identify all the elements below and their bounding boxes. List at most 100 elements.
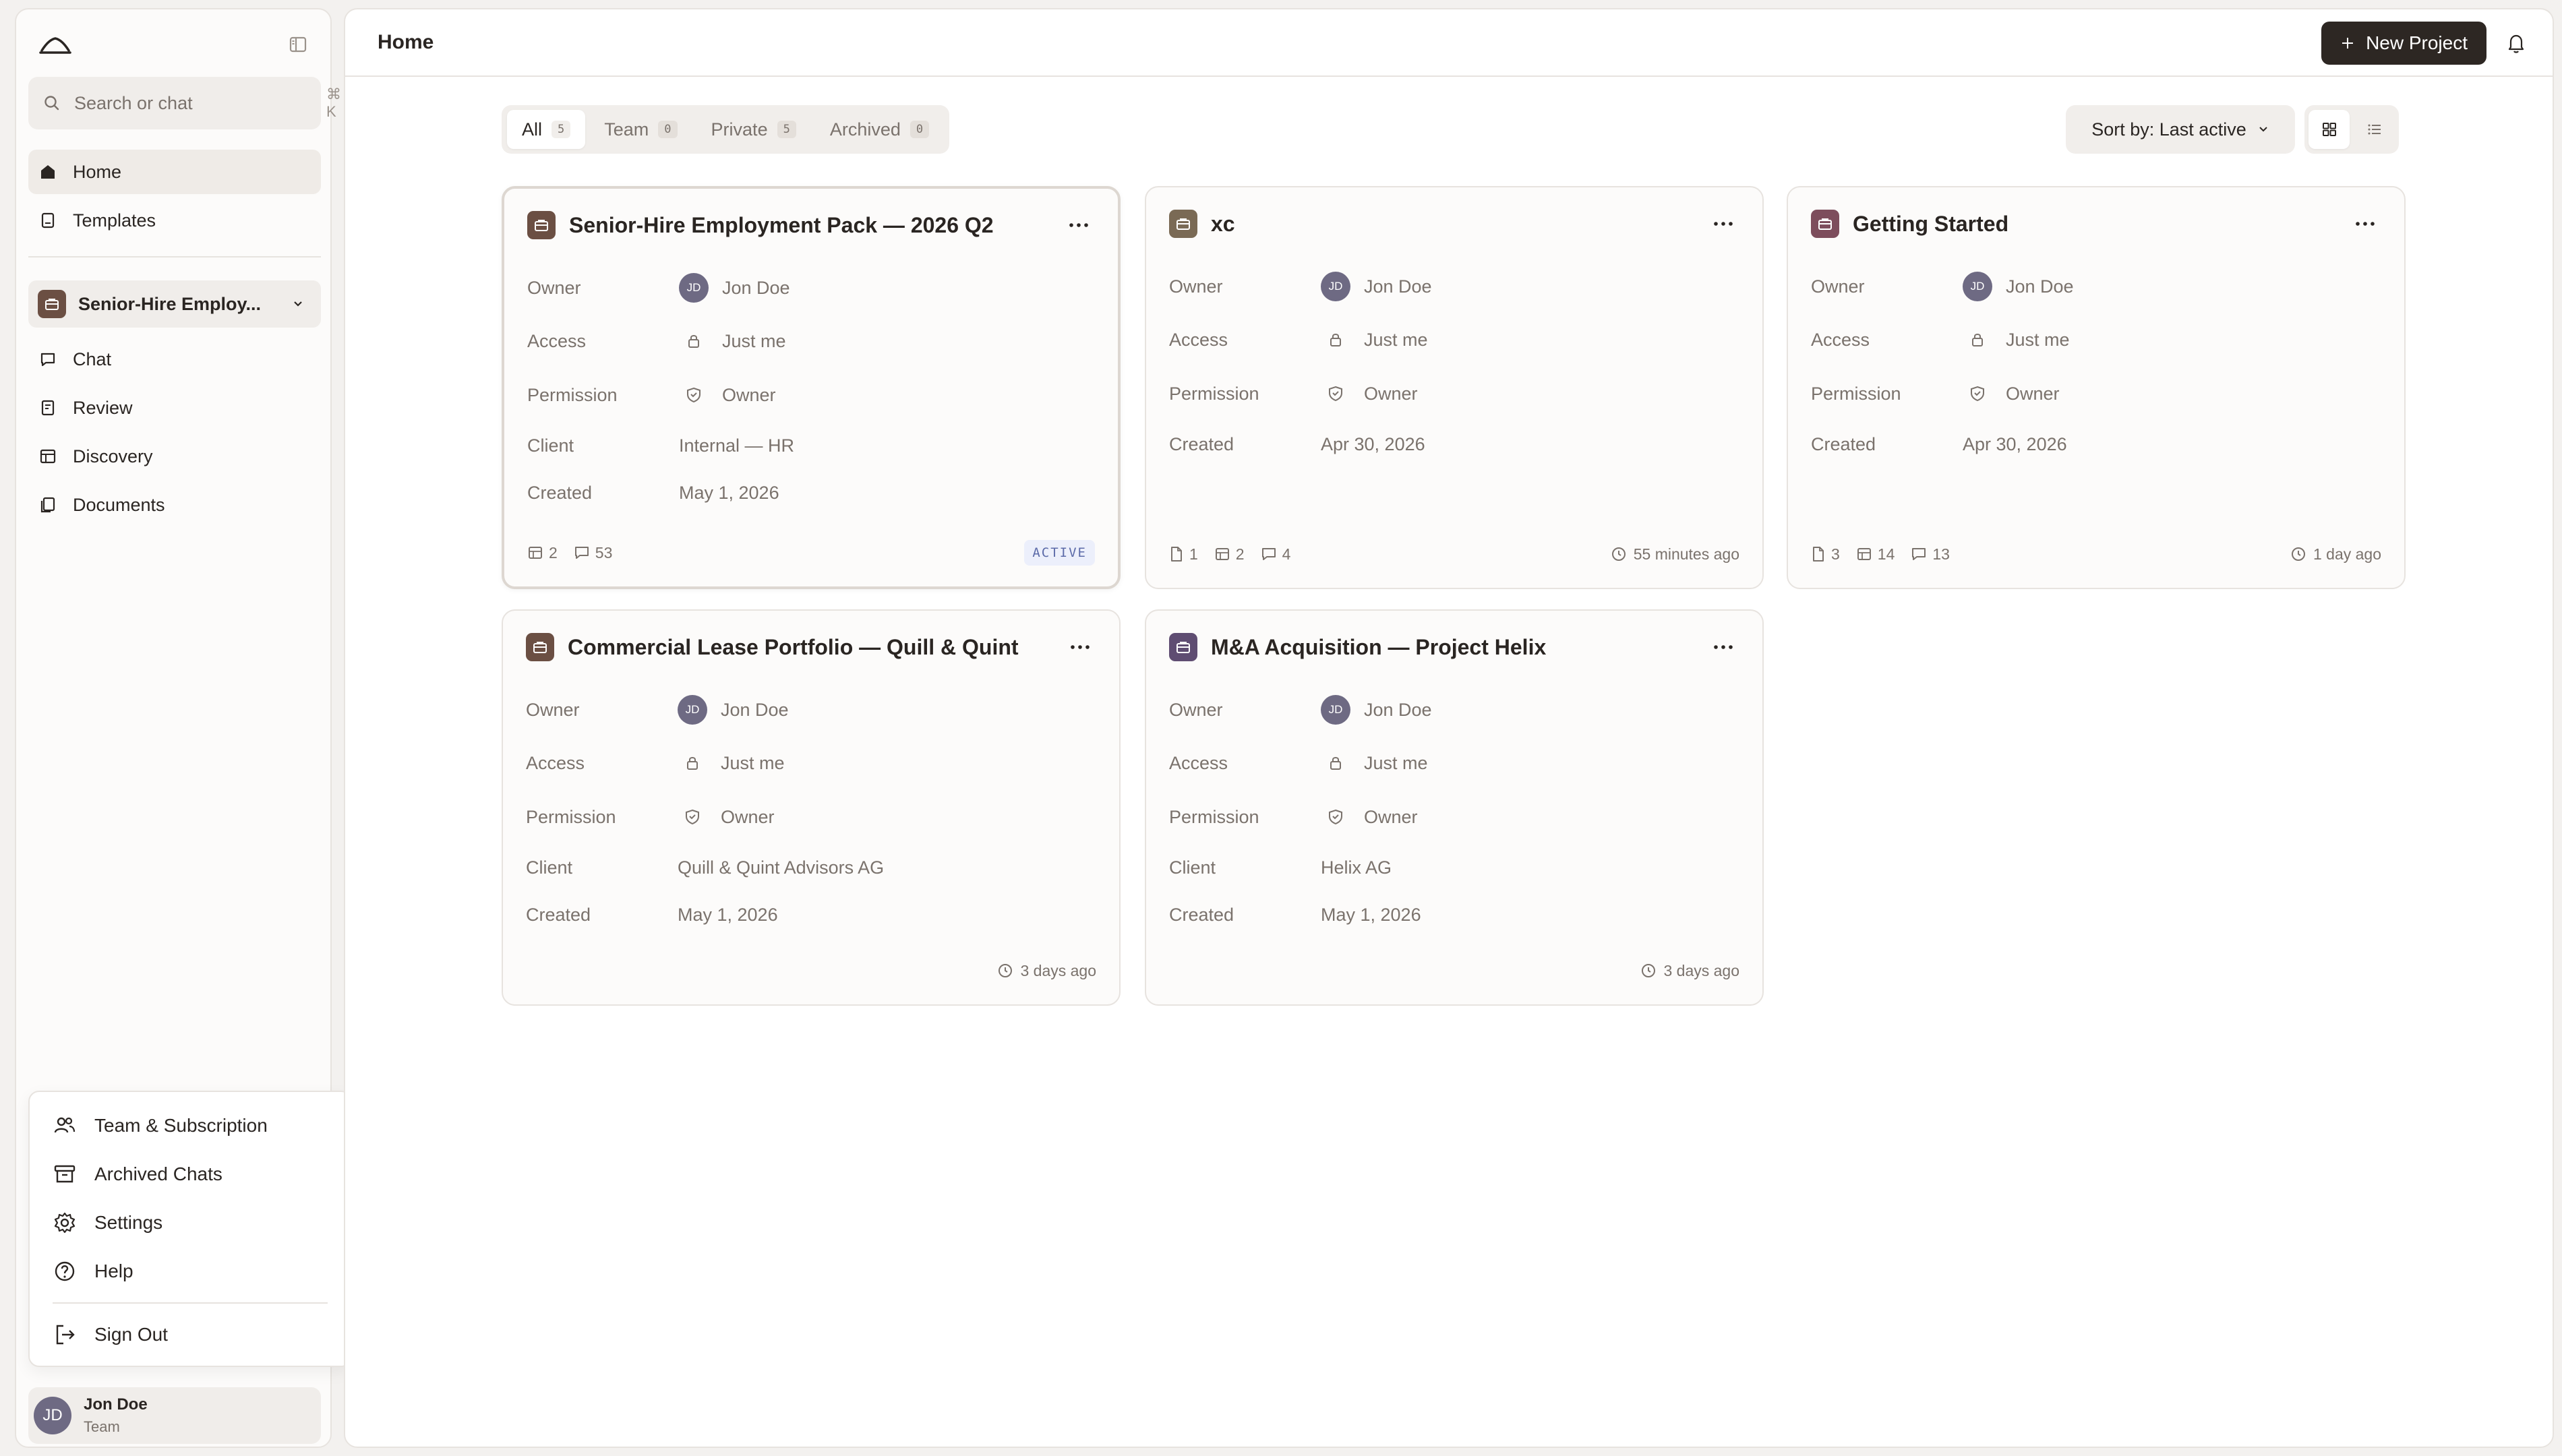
card-footer: 3 14 13 1 day ago [1811,541,2381,568]
more-options-icon[interactable] [2349,208,2381,240]
menu-item-archived-chats[interactable]: Archived Chats [30,1150,351,1199]
menu-item-help[interactable]: Help [30,1247,351,1296]
menu-divider [53,1302,328,1304]
tab-team[interactable]: Team 0 [589,110,692,149]
table-icon [1214,546,1230,562]
created-value: May 1, 2026 [679,482,779,503]
page-title: Home [378,31,434,53]
user-name: Jon Doe [84,1395,148,1414]
tab-label: All [522,119,543,140]
bell-icon[interactable] [2503,30,2530,57]
field-label: Access [527,330,587,351]
chevron-down-icon [2257,123,2269,135]
field-label: Access [526,752,585,773]
tables-count: 14 [1877,545,1895,563]
chats-count: 53 [595,543,613,562]
tab-private[interactable]: Private 5 [696,110,811,149]
permission-value: Owner [2006,383,2060,404]
menu-item-label: Settings [94,1212,163,1233]
project-card[interactable]: Senior-Hire Employment Pack — 2026 Q2 Ow… [502,186,1121,589]
more-options-icon[interactable] [1707,208,1739,240]
chevron-down-icon [291,297,305,311]
project-title: Getting Started [1853,211,2009,236]
table-icon [527,545,543,561]
more-options-icon[interactable] [1063,209,1095,241]
chats-count: 13 [1932,545,1950,563]
project-title: Senior-Hire Employment Pack — 2026 Q2 [569,212,994,237]
more-options-icon[interactable] [1064,631,1096,663]
search-shortcut: ⌘ K [326,86,345,120]
menu-item-settings[interactable]: Settings [30,1199,351,1247]
grid-icon [2321,121,2338,138]
last-active: 3 days ago [1663,961,1739,979]
project-selector[interactable]: Senior-Hire Employ... [28,280,321,328]
nav-item-label: Home [73,161,122,182]
access-value: Just me [721,752,785,773]
lock-icon [678,748,707,778]
clock-icon [1640,963,1657,979]
last-active: 55 minutes ago [1633,545,1739,563]
nav-item-documents[interactable]: Documents [28,483,321,527]
last-active: 3 days ago [1020,961,1096,979]
grid-view-button[interactable] [2308,110,2350,149]
review-icon [39,399,57,417]
avatar: JD [1321,695,1350,725]
project-title: M&A Acquisition — Project Helix [1211,634,1547,659]
sign-out-icon [53,1323,77,1347]
list-view-button[interactable] [2354,110,2395,149]
chat-icon [1261,546,1277,562]
owner-row: Owner JD Jon Doe [527,262,1095,314]
sort-dropdown[interactable]: Sort by: Last active [2066,105,2295,154]
lock-icon [1963,325,1992,355]
access-value: Just me [1364,329,1428,350]
nav-item-label: Review [73,397,133,418]
owner-row: Owner JD Jon Doe [526,684,1096,736]
lock-icon [679,326,709,356]
tables-count: 2 [549,543,558,562]
collapse-sidebar-icon[interactable] [283,30,313,59]
lock-icon [1321,325,1350,355]
owner-row: Owner JD Jon Doe [1169,684,1739,736]
search-bar[interactable]: ⌘ K [28,77,341,129]
tab-all[interactable]: All 5 [507,110,586,149]
tab-label: Archived [829,119,901,140]
nav-item-home[interactable]: Home [28,150,321,194]
avatar: JD [1321,272,1350,301]
owner-row: Owner JD Jon Doe [1169,260,1739,313]
shield-icon [1963,379,1992,408]
client-row: Client Helix AG [1169,844,1739,891]
nav-item-label: Documents [73,494,165,515]
client-value: Helix AG [1321,857,1392,878]
field-label: Created [1811,433,1876,454]
nav-item-chat[interactable]: Chat [28,337,321,382]
client-row: Client Quill & Quint Advisors AG [526,844,1096,891]
nav-item-review[interactable]: Review [28,386,321,430]
project-card[interactable]: xc Owner JD Jon Doe Access Just me Permis… [1145,186,1764,589]
app-logo-icon[interactable] [36,26,74,63]
field-label: Client [527,435,574,456]
nav-item-templates[interactable]: Templates [28,198,321,243]
menu-item-sign-out[interactable]: Sign Out [30,1310,351,1359]
project-nav: Chat Review Discovery Documents [28,337,321,531]
search-input[interactable] [73,92,314,115]
project-card[interactable]: Getting Started Owner JD Jon Doe Access J… [1787,186,2406,589]
nav-item-label: Chat [73,348,112,369]
help-icon [53,1259,77,1283]
menu-item-label: Sign Out [94,1324,168,1345]
more-options-icon[interactable] [1707,631,1739,663]
project-card[interactable]: Commercial Lease Portfolio — Quill & Qui… [502,609,1121,1006]
project-selector-label: Senior-Hire Employ... [78,293,262,314]
created-value: May 1, 2026 [678,904,778,925]
menu-item-team-subscription[interactable]: Team & Subscription [30,1101,351,1150]
user-profile[interactable]: JD Jon Doe Team [28,1387,321,1444]
tab-archived[interactable]: Archived 0 [815,110,944,149]
shield-icon [1321,802,1350,832]
new-project-button[interactable]: New Project [2321,22,2486,65]
nav-item-discovery[interactable]: Discovery [28,434,321,479]
project-card[interactable]: M&A Acquisition — Project Helix Owner JD… [1145,609,1764,1006]
project-title: Commercial Lease Portfolio — Quill & Qui… [568,634,1019,659]
permission-row: Permission Owner [527,368,1095,422]
chat-icon [1911,546,1927,562]
project-briefcase-icon [38,290,66,318]
status-badge: ACTIVE [1024,540,1095,566]
